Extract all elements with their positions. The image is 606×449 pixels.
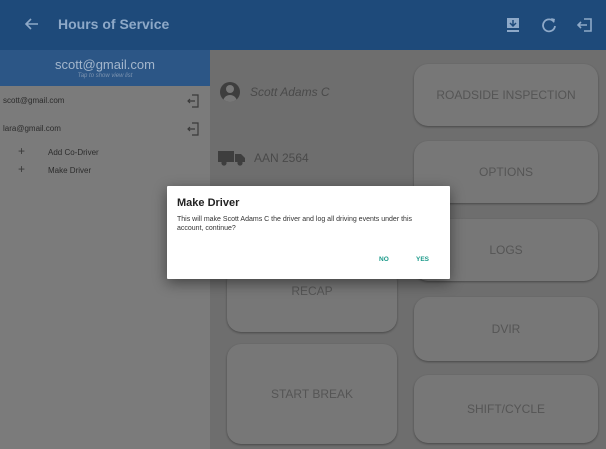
roadside-inspection-label: ROADSIDE INSPECTION: [436, 88, 576, 102]
driver-name: Scott Adams C: [250, 85, 330, 99]
account-email: lara@gmail.com: [3, 124, 61, 133]
arrow-left-icon[interactable]: [20, 13, 44, 37]
app-bar: Hours of Service: [0, 0, 606, 50]
account-email: scott@gmail.com: [3, 96, 65, 105]
dvir-label: DVIR: [491, 322, 521, 336]
drawer-header[interactable]: scott@gmail.com Tap to show view list: [0, 50, 210, 86]
make-driver-label: Make Driver: [48, 166, 92, 175]
refresh-icon[interactable]: [536, 12, 562, 38]
roadside-inspection-button[interactable]: ROADSIDE INSPECTION: [414, 64, 598, 126]
dvir-button[interactable]: DVIR: [414, 297, 598, 361]
vehicle-name: AAN 2564: [254, 151, 309, 165]
dialog-title: Make Driver: [177, 197, 240, 209]
drawer-header-hint: Tap to show view list: [77, 73, 133, 79]
account-item-scott[interactable]: scott@gmail.com: [0, 94, 210, 110]
start-break-button[interactable]: START BREAK: [227, 344, 397, 444]
drawer-header-email: scott@gmail.com: [55, 57, 155, 72]
recap-label: RECAP: [291, 284, 333, 299]
add-co-driver-button[interactable]: + Add Co-Driver: [0, 144, 210, 161]
yes-button[interactable]: YES: [416, 256, 429, 263]
shift-cycle-label: SHIFT/CYCLE: [466, 402, 545, 416]
app-title: Hours of Service: [58, 16, 170, 32]
logout-icon[interactable]: [572, 12, 598, 38]
plus-icon: +: [18, 144, 26, 158]
no-button[interactable]: NO: [379, 256, 389, 263]
options-label: OPTIONS: [478, 165, 533, 179]
truck-icon: [218, 151, 245, 166]
add-co-driver-label: Add Co-Driver: [48, 148, 99, 157]
shift-cycle-button[interactable]: SHIFT/CYCLE: [414, 375, 598, 443]
download-icon[interactable]: [500, 12, 526, 38]
plus-icon: +: [18, 162, 26, 176]
logout-icon[interactable]: [187, 94, 199, 108]
make-driver-dialog: Make Driver This will make Scott Adams C…: [167, 186, 450, 279]
driver-row[interactable]: Scott Adams C: [220, 82, 330, 102]
logout-icon[interactable]: [187, 122, 199, 136]
dialog-message: This will make Scott Adams C the driver …: [177, 216, 412, 232]
vehicle-row[interactable]: AAN 2564: [218, 150, 309, 166]
account-item-lara[interactable]: lara@gmail.com: [0, 122, 210, 138]
start-break-label: START BREAK: [270, 387, 354, 401]
make-driver-button[interactable]: + Make Driver: [0, 162, 210, 179]
user-icon: [220, 82, 240, 102]
